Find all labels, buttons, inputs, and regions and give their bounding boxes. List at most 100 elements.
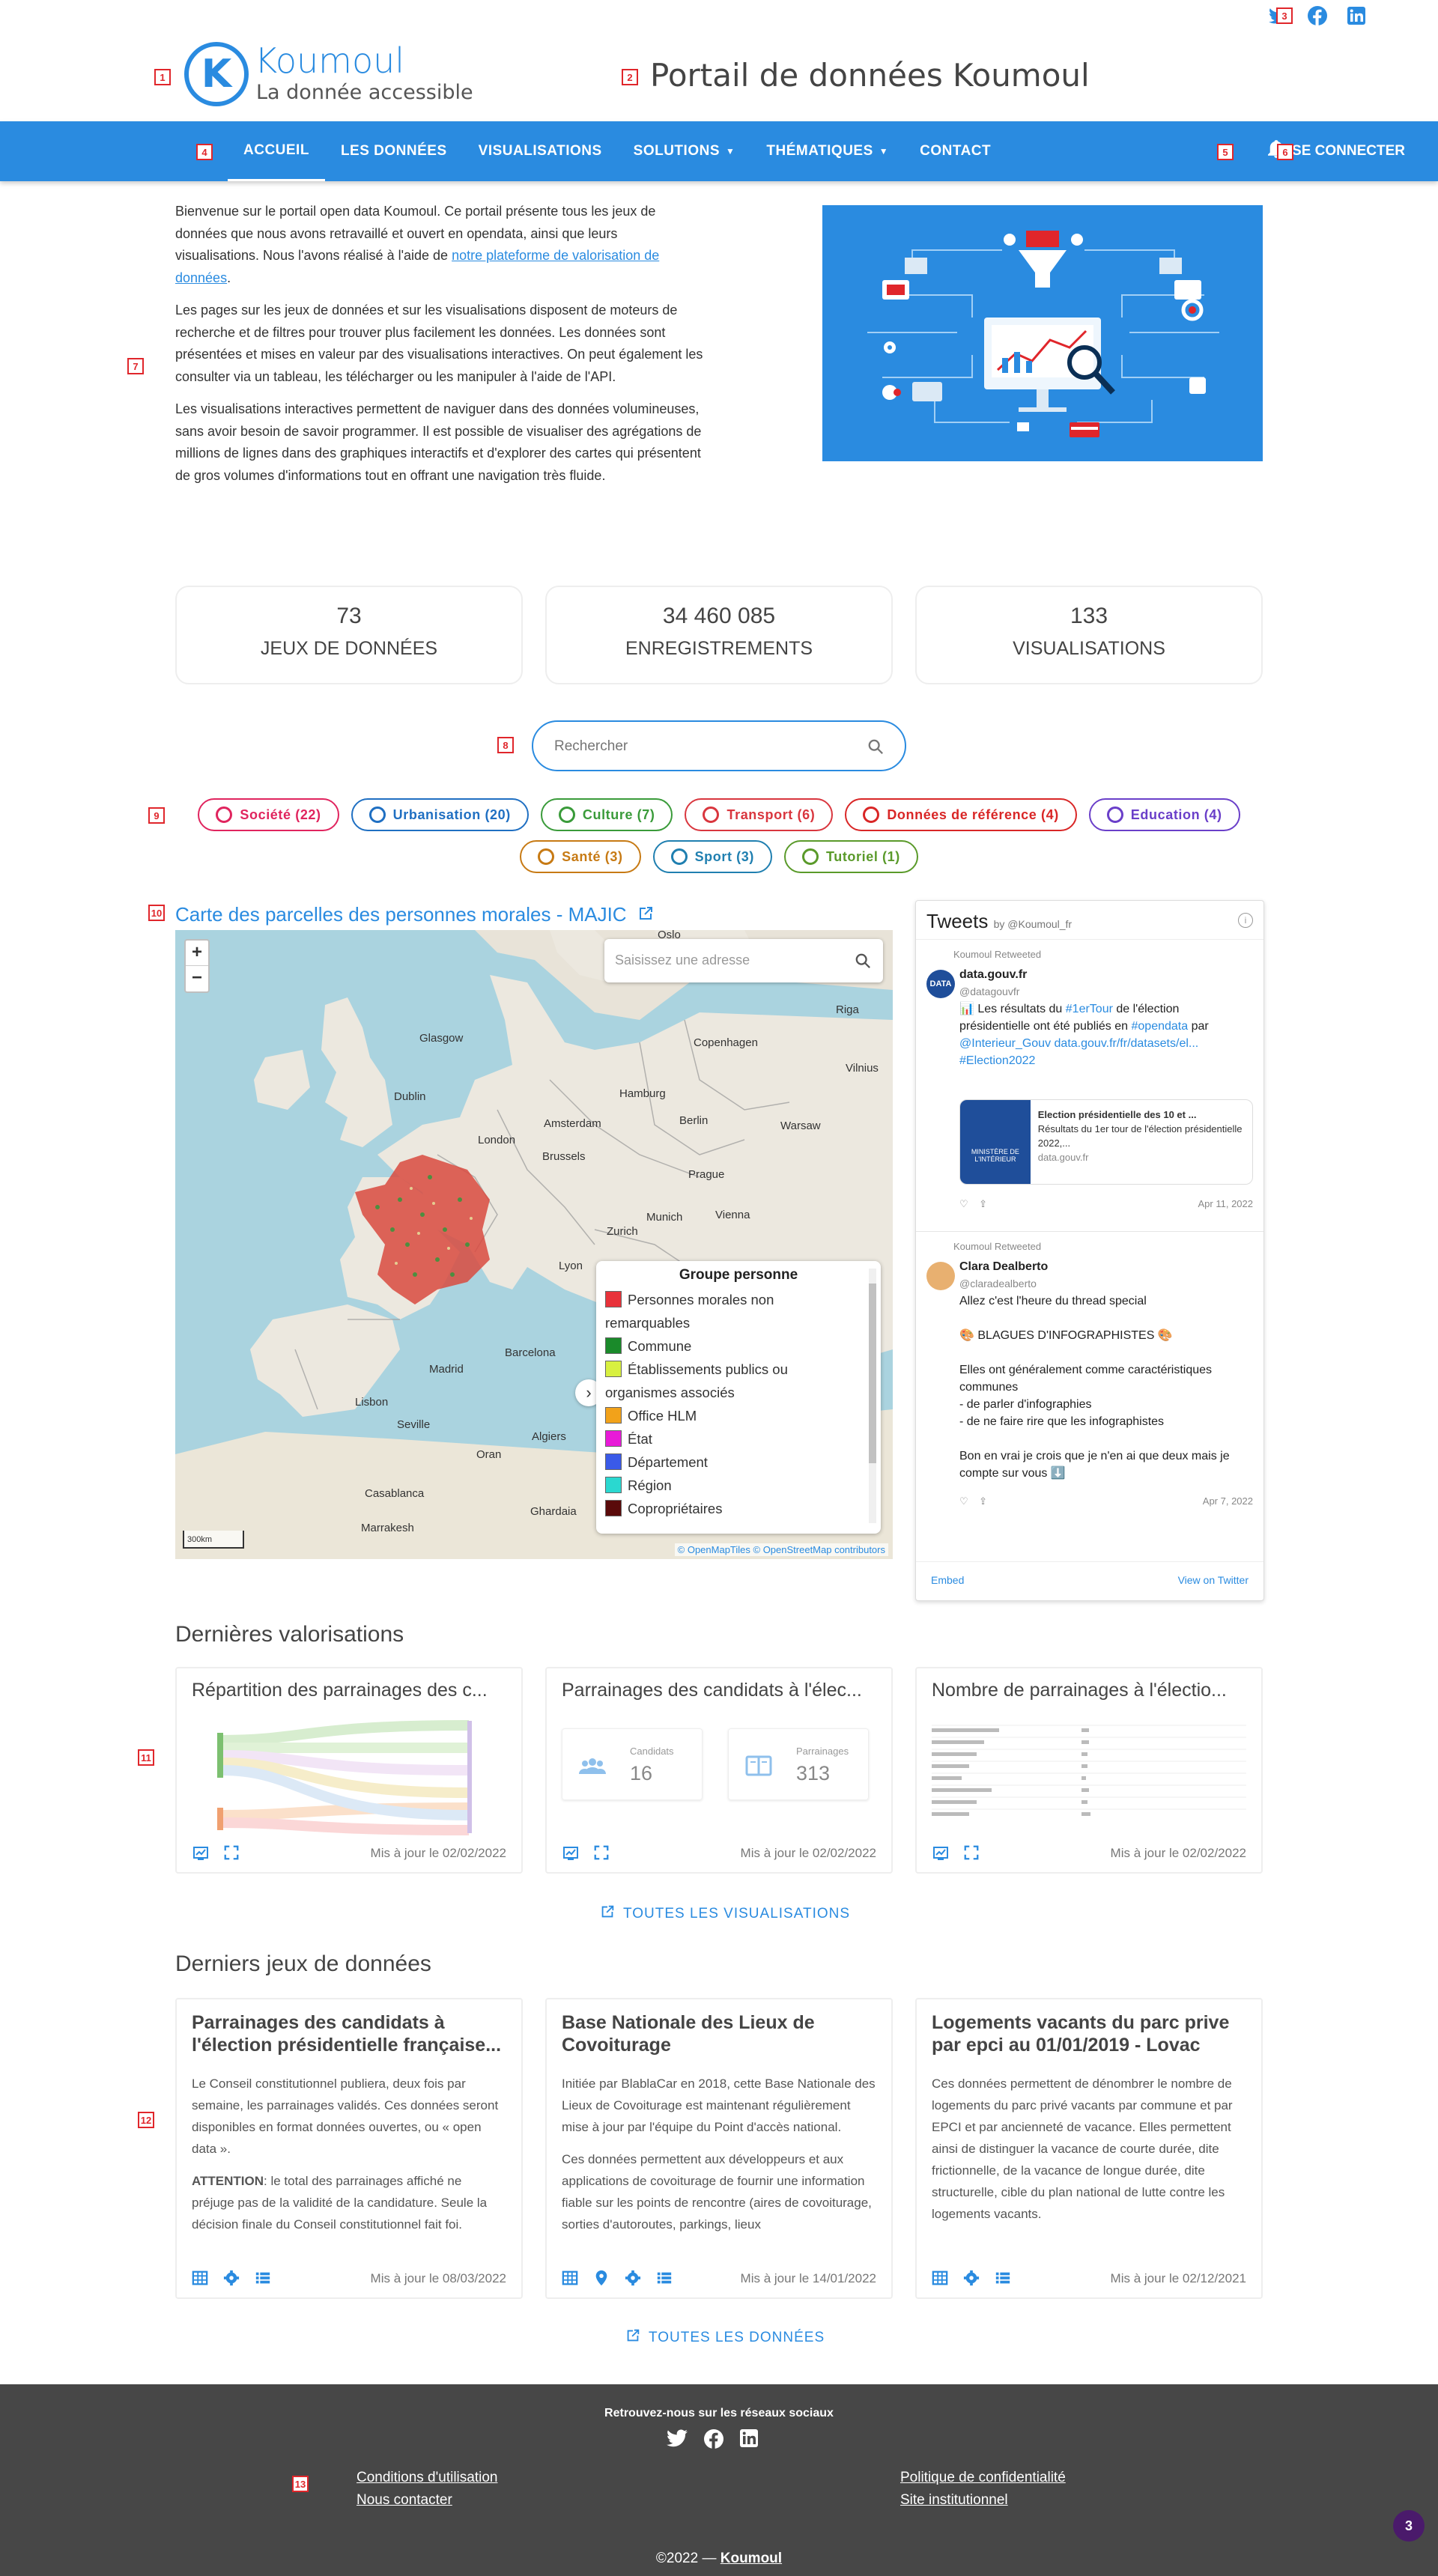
dataset-card-title[interactable]: Base Nationale des Lieux de Covoiturage (547, 1999, 891, 2065)
hashtag-link[interactable]: #opendata (1132, 1020, 1189, 1033)
tweet-item[interactable]: Koumoul Retweeted Clara Dealberto @clara… (916, 1232, 1263, 1515)
notification-badge[interactable]: 3 (1393, 2510, 1425, 2542)
info-icon[interactable]: i (1238, 913, 1253, 928)
twitter-icon[interactable] (667, 2429, 688, 2452)
share-icon[interactable]: ⇪ (979, 1198, 987, 1209)
tweet-handle[interactable]: @claradealberto (959, 1275, 1253, 1292)
share-icon[interactable]: ⇪ (979, 1495, 987, 1507)
all-visualisations-link[interactable]: Toutes les visualisations (599, 1904, 850, 1925)
heart-icon[interactable]: ♡ (959, 1198, 968, 1209)
fullscreen-icon[interactable] (593, 1844, 611, 1862)
linkedin-icon[interactable] (1345, 4, 1368, 27)
gear-icon[interactable] (223, 2270, 241, 2288)
avatar[interactable] (926, 1262, 955, 1290)
url-link[interactable]: data.gouv.fr/fr/datasets/el... (1055, 1037, 1199, 1050)
theme-chip[interactable]: Sport (3) (652, 840, 772, 873)
legend-scrollbar[interactable] (869, 1269, 876, 1523)
list-icon[interactable] (995, 2270, 1013, 2288)
gear-icon[interactable] (625, 2270, 643, 2288)
zoom-out-button[interactable]: − (186, 966, 208, 991)
legend-item[interactable]: État (605, 1427, 872, 1450)
map-marker-icon[interactable] (593, 2270, 611, 2288)
dataset-card[interactable]: Base Nationale des Lieux de Covoiturage … (545, 1998, 893, 2299)
legend-item[interactable]: Département (605, 1450, 872, 1474)
nav-item-accueil[interactable]: Accueil (228, 121, 325, 181)
theme-chip[interactable]: Société (22) (198, 798, 339, 831)
list-icon[interactable] (255, 2270, 273, 2288)
contact-link[interactable]: Nous contacter (357, 2489, 497, 2512)
logo-name[interactable]: Koumoul (255, 40, 404, 81)
table-icon[interactable] (932, 2270, 950, 2288)
dataset-card[interactable]: Parrainages des candidats à l'élection p… (175, 1998, 523, 2299)
tweet-date[interactable]: Apr 7, 2022 (1203, 1495, 1253, 1507)
open-visualization-icon[interactable] (932, 1844, 950, 1862)
all-datasets-link[interactable]: Toutes les données (625, 2327, 825, 2348)
heart-icon[interactable]: ♡ (959, 1495, 968, 1507)
viz-card[interactable]: Parrainages des candidats à l'élec... Ca… (545, 1667, 893, 1874)
viz-card[interactable]: Nombre de parrainages à l'électio... Mis… (915, 1667, 1263, 1874)
gear-icon[interactable] (963, 2270, 981, 2288)
hashtag-link[interactable]: #Election2022 (959, 1054, 1035, 1067)
map-title[interactable]: Carte des parcelles des personnes morale… (175, 903, 655, 928)
open-visualization-icon[interactable] (192, 1844, 210, 1862)
nav-item-solutions[interactable]: Solutions ▼ (618, 121, 751, 181)
koumoul-link[interactable]: Koumoul (720, 2551, 782, 2566)
legend-item[interactable]: Région (605, 1474, 872, 1497)
linkedin-icon[interactable] (740, 2429, 758, 2452)
fullscreen-icon[interactable] (963, 1844, 981, 1862)
facebook-icon[interactable] (1306, 4, 1329, 27)
theme-chip[interactable]: Education (4) (1088, 798, 1240, 831)
nav-item-les-donnees[interactable]: Les données (325, 121, 463, 181)
dataset-card-title[interactable]: Logements vacants du parc prive par epci… (917, 1999, 1261, 2065)
nav-item-thematiques[interactable]: Thématiques ▼ (750, 121, 904, 181)
embed-link[interactable]: Embed (931, 1574, 964, 1588)
institutional-site-link[interactable]: Site institutionnel (900, 2489, 1066, 2512)
theme-chip[interactable]: Données de référence (4) (845, 798, 1077, 831)
external-link-icon[interactable] (637, 905, 655, 928)
viz-card-title[interactable]: Parrainages des candidats à l'élec... (547, 1668, 891, 1701)
legend-item[interactable]: Office HLM (605, 1404, 872, 1427)
tweet-author[interactable]: data.gouv.fr (959, 966, 1253, 983)
viz-card[interactable]: Répartition des parrainages des c... Mis… (175, 1667, 523, 1874)
view-on-twitter-link[interactable]: View on Twitter (1178, 1574, 1249, 1588)
search-icon[interactable] (855, 953, 871, 973)
nav-item-contact[interactable]: Contact (904, 121, 1007, 181)
table-icon[interactable] (562, 2270, 580, 2288)
viz-card-title[interactable]: Répartition des parrainages des c... (177, 1668, 521, 1701)
open-visualization-icon[interactable] (562, 1844, 580, 1862)
timeline-by[interactable]: by @Koumoul_fr (994, 918, 1072, 930)
tweet-item[interactable]: Koumoul Retweeted DATA data.gouv.fr @dat… (916, 940, 1263, 1232)
legend-item[interactable]: Commune (605, 1334, 872, 1358)
mention-link[interactable]: @Interieur_Gouv (959, 1037, 1051, 1050)
viz-card-title[interactable]: Nombre de parrainages à l'électio... (917, 1668, 1261, 1701)
tweet-handle[interactable]: @datagouvfr (959, 983, 1253, 1000)
legend-item[interactable]: Établissements publics ou organismes ass… (605, 1358, 872, 1404)
legend-item[interactable]: Copropriétaires (605, 1497, 872, 1520)
parcel-map[interactable]: Oslo Glasgow Riga Copenhagen Vilnius Dub… (175, 930, 893, 1559)
map-attribution[interactable]: © OpenMapTiles © OpenStreetMap contribut… (674, 1543, 888, 1556)
koumoul-logo-icon[interactable]: K (184, 42, 249, 106)
nav-item-visualisations[interactable]: Visualisations (463, 121, 618, 181)
avatar[interactable]: DATA (926, 970, 955, 998)
login-button[interactable]: Se connecter (1292, 143, 1405, 160)
fullscreen-icon[interactable] (223, 1844, 241, 1862)
facebook-icon[interactable] (704, 2429, 723, 2452)
theme-chip[interactable]: Culture (7) (540, 798, 673, 831)
dataset-card-title[interactable]: Parrainages des candidats à l'élection p… (177, 1999, 521, 2065)
terms-link[interactable]: Conditions d'utilisation (357, 2467, 497, 2489)
zoom-in-button[interactable]: + (186, 941, 208, 966)
theme-chip[interactable]: Transport (6) (685, 798, 834, 831)
theme-chip[interactable]: Tutoriel (1) (783, 840, 918, 873)
tweet-author[interactable]: Clara Dealberto (959, 1258, 1253, 1275)
address-search-input[interactable]: Saisissez une adresse (604, 939, 883, 982)
privacy-link[interactable]: Politique de confidentialité (900, 2467, 1066, 2489)
theme-chip[interactable]: Santé (3) (520, 840, 641, 873)
search-icon[interactable] (867, 738, 884, 759)
theme-chip[interactable]: Urbanisation (20) (351, 798, 529, 831)
link-preview-card[interactable]: MINISTÈRE DE L'INTÉRIEUR Election présid… (959, 1099, 1253, 1185)
dataset-card[interactable]: Logements vacants du parc prive par epci… (915, 1998, 1263, 2299)
tweet-date[interactable]: Apr 11, 2022 (1198, 1198, 1253, 1210)
table-icon[interactable] (192, 2270, 210, 2288)
list-icon[interactable] (656, 2270, 674, 2288)
search-input[interactable] (554, 735, 854, 758)
